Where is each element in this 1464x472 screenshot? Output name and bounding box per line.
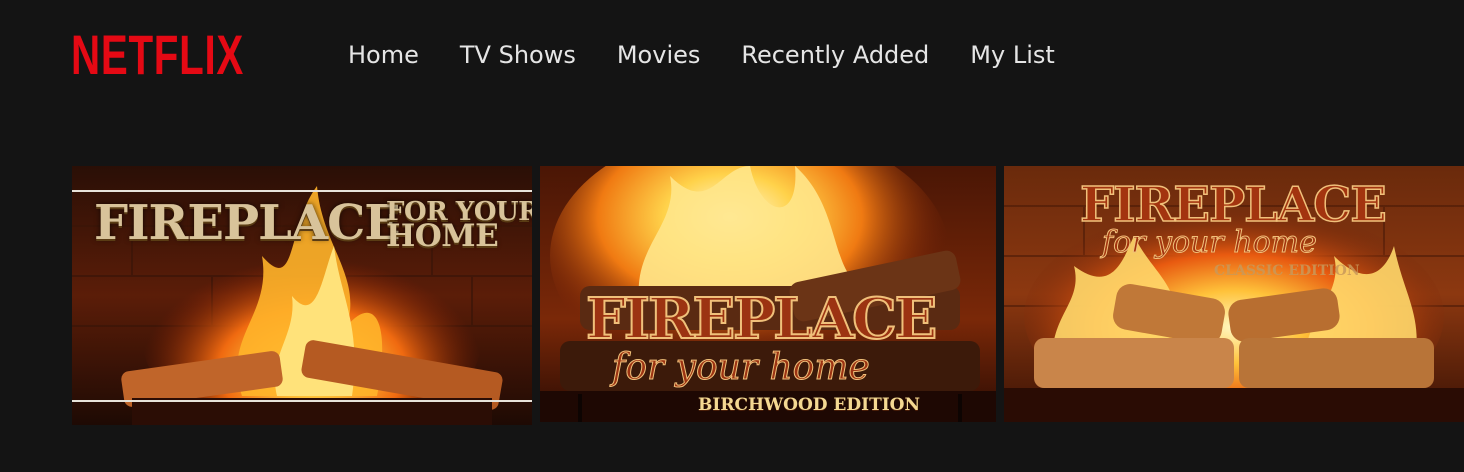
nav-tv-shows[interactable]: TV Shows (460, 40, 576, 70)
nav-my-list[interactable]: My List (970, 40, 1055, 70)
fireplace-artwork-3 (1004, 166, 1464, 422)
title-card-fireplace-birchwood-edition[interactable]: FIREPLACE for your home BIRCHWOOD EDITIO… (540, 166, 996, 422)
title-card-fireplace-for-your-home[interactable]: FIREPLACE FOR YOUR HOME (72, 166, 532, 425)
main-navigation: Home TV Shows Movies Recently Added My L… (348, 40, 1055, 70)
nav-home[interactable]: Home (348, 40, 419, 70)
fireplace-artwork-1 (72, 166, 532, 425)
netflix-logo[interactable]: NETFLIX (71, 27, 244, 83)
nav-movies[interactable]: Movies (617, 40, 701, 70)
title-card-fireplace-classic-edition[interactable]: FIREPLACE for your home CLASSIC EDITION (1004, 166, 1464, 422)
fireplace-artwork-2 (540, 166, 996, 422)
nav-recently-added[interactable]: Recently Added (741, 40, 929, 70)
